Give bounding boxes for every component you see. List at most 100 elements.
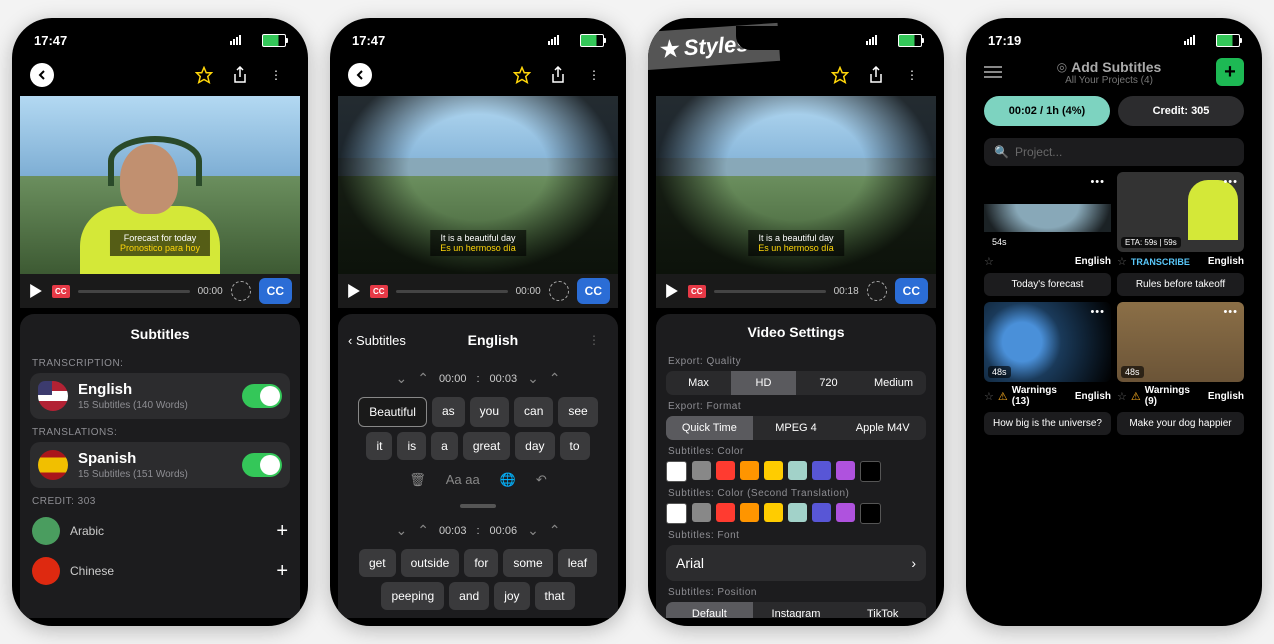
chevron-up-icon[interactable]: ⌃ <box>549 370 561 387</box>
word-token[interactable]: joy <box>494 582 529 610</box>
video-preview[interactable]: It is a beautiful dayEs un hermoso día <box>656 96 936 274</box>
progress-bar[interactable] <box>396 290 508 293</box>
star-icon[interactable] <box>826 61 854 89</box>
more-icon[interactable]: ••• <box>1090 306 1105 318</box>
play-button[interactable] <box>664 283 680 299</box>
word-token[interactable]: outside <box>401 549 460 577</box>
add-icon[interactable]: + <box>276 560 288 583</box>
seg-option[interactable]: Instagram <box>753 602 840 618</box>
seg-option[interactable]: TikTok <box>839 602 926 618</box>
row-chinese[interactable]: Chinese + <box>30 551 290 591</box>
more-icon[interactable]: ⋮ <box>580 326 608 354</box>
quality-segmented[interactable]: MaxHD720Medium <box>666 371 926 395</box>
globe-icon[interactable]: 🌐 <box>500 472 516 488</box>
add-icon[interactable]: + <box>276 520 288 543</box>
color-swatch[interactable] <box>740 503 759 522</box>
word-token[interactable]: as <box>432 397 465 427</box>
project-card[interactable]: ETA: 59s | 59s•••☆TRANSCRIBEEnglishRules… <box>1117 172 1244 296</box>
seg-option[interactable]: Apple M4V <box>839 416 926 440</box>
add-project-button[interactable]: + <box>1216 58 1244 86</box>
delete-icon[interactable]: 🗑 <box>409 472 426 488</box>
row-english[interactable]: English15 Subtitles (140 Words) <box>30 373 290 419</box>
star-icon[interactable] <box>508 61 536 89</box>
word-token[interactable]: is <box>397 432 426 460</box>
chevron-down-icon[interactable]: ⌄ <box>527 370 539 387</box>
row-spanish[interactable]: Spanish15 Subtitles (151 Words) <box>30 442 290 488</box>
star-icon[interactable]: ☆ <box>1117 390 1127 403</box>
more-icon[interactable]: ••• <box>1090 176 1105 188</box>
word-token[interactable]: to <box>560 432 590 460</box>
color-swatch[interactable] <box>740 461 759 480</box>
color-swatch[interactable] <box>716 503 735 522</box>
seg-option[interactable]: HD <box>731 371 796 395</box>
color-swatch[interactable] <box>764 461 783 480</box>
star-icon[interactable]: ☆ <box>984 255 994 268</box>
word-token[interactable]: Beautiful <box>358 397 427 427</box>
play-button[interactable] <box>346 283 362 299</box>
word-token[interactable]: you <box>470 397 509 427</box>
toggle-spanish[interactable] <box>242 453 282 477</box>
speed-icon[interactable] <box>549 281 569 301</box>
cc-button[interactable]: CC <box>259 278 292 304</box>
seg-option[interactable]: 720 <box>796 371 861 395</box>
seg-option[interactable]: Medium <box>861 371 926 395</box>
star-icon[interactable] <box>190 61 218 89</box>
more-icon[interactable]: ⋮ <box>580 61 608 89</box>
share-icon[interactable] <box>862 61 890 89</box>
word-token[interactable]: leaf <box>558 549 597 577</box>
color-swatch[interactable] <box>788 503 807 522</box>
credit-pill[interactable]: Credit: 305 <box>1118 96 1244 126</box>
cc-live-badge[interactable]: CC <box>688 285 706 298</box>
word-token[interactable]: and <box>449 582 489 610</box>
project-card[interactable]: 48s•••☆⚠Warnings (9)EnglishMake your dog… <box>1117 302 1244 435</box>
word-token[interactable]: for <box>464 549 498 577</box>
speed-icon[interactable] <box>231 281 251 301</box>
color-swatch[interactable] <box>812 503 831 522</box>
chevron-down-icon[interactable]: ⌄ <box>395 370 407 387</box>
word-token[interactable]: day <box>515 432 554 460</box>
word-token[interactable]: that <box>535 582 575 610</box>
word-token[interactable]: see <box>558 397 597 427</box>
project-card[interactable]: 54s•••☆EnglishToday's forecast <box>984 172 1111 296</box>
row-arabic[interactable]: Arabic + <box>30 511 290 551</box>
color-swatch[interactable] <box>716 461 735 480</box>
word-token[interactable]: a <box>431 432 458 460</box>
star-icon[interactable]: ☆ <box>984 390 994 403</box>
back-button[interactable] <box>348 63 372 87</box>
color-swatch[interactable] <box>666 503 687 524</box>
search-input[interactable]: 🔍 Project... <box>984 138 1244 166</box>
format-segmented[interactable]: Quick TimeMPEG 4Apple M4V <box>666 416 926 440</box>
font-row[interactable]: Arial› <box>666 545 926 581</box>
case-toggle[interactable]: Aa aa <box>446 472 480 488</box>
word-token[interactable]: great <box>463 432 510 460</box>
menu-icon[interactable] <box>984 66 1002 78</box>
seg-option[interactable]: Quick Time <box>666 416 753 440</box>
video-preview[interactable]: Forecast for today Pronostico para hoy <box>20 96 300 274</box>
color-swatch[interactable] <box>860 461 881 482</box>
more-icon[interactable]: ••• <box>1223 176 1238 188</box>
word-token[interactable]: it <box>366 432 392 460</box>
play-button[interactable] <box>28 283 44 299</box>
progress-bar[interactable] <box>78 290 190 293</box>
cc-button[interactable]: CC <box>577 278 610 304</box>
color-swatch[interactable] <box>788 461 807 480</box>
chevron-up-icon[interactable]: ⌃ <box>417 370 429 387</box>
color-swatch[interactable] <box>836 461 855 480</box>
cc-button[interactable]: CC <box>895 278 928 304</box>
word-token[interactable]: peeping <box>381 582 444 610</box>
color-swatch[interactable] <box>666 461 687 482</box>
back-subtitles[interactable]: ‹ Subtitles <box>348 333 406 348</box>
color-swatch[interactable] <box>836 503 855 522</box>
color-swatch[interactable] <box>692 461 711 480</box>
position-segmented[interactable]: DefaultInstagramTikTok <box>666 602 926 618</box>
more-icon[interactable]: ⋮ <box>898 61 926 89</box>
cc-live-badge[interactable]: CC <box>370 285 388 298</box>
more-icon[interactable]: ⋮ <box>262 61 290 89</box>
speed-icon[interactable] <box>867 281 887 301</box>
word-token[interactable]: some <box>503 549 552 577</box>
color-swatch[interactable] <box>692 503 711 522</box>
seg-option[interactable]: Max <box>666 371 731 395</box>
progress-pill[interactable]: 00:02 / 1h (4%) <box>984 96 1110 126</box>
seg-option[interactable]: MPEG 4 <box>753 416 840 440</box>
toggle-english[interactable] <box>242 384 282 408</box>
